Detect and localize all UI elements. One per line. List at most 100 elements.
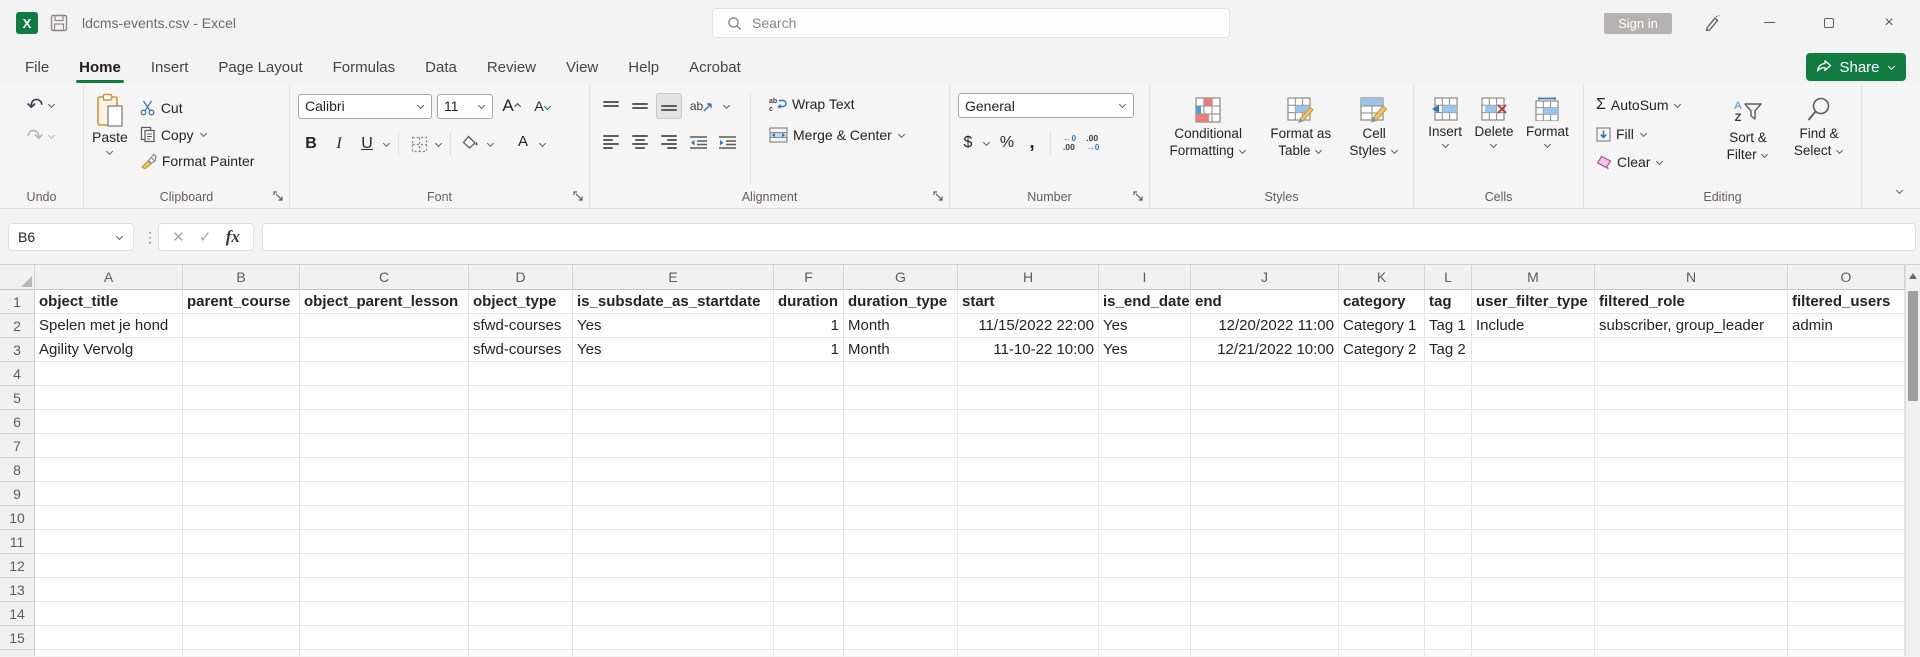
row-header-8[interactable]: 8 bbox=[0, 458, 35, 482]
col-header-J[interactable]: J bbox=[1191, 265, 1339, 290]
cell-A10[interactable] bbox=[35, 506, 183, 530]
cell-E4[interactable] bbox=[573, 362, 774, 386]
tab-insert[interactable]: Insert bbox=[136, 51, 204, 85]
cell-F12[interactable] bbox=[774, 554, 844, 578]
cell-M15[interactable] bbox=[1472, 626, 1595, 650]
cell-I16[interactable] bbox=[1099, 650, 1191, 656]
pen-button[interactable] bbox=[1698, 11, 1726, 35]
cell-K11[interactable] bbox=[1339, 530, 1425, 554]
tab-acrobat[interactable]: Acrobat bbox=[674, 51, 756, 85]
restore-button[interactable] bbox=[1806, 0, 1852, 45]
cell-D6[interactable] bbox=[469, 410, 573, 434]
cell-G15[interactable] bbox=[844, 626, 958, 650]
cell-H3[interactable]: 11-10-22 10:00 bbox=[958, 338, 1099, 362]
cell-E12[interactable] bbox=[573, 554, 774, 578]
name-box[interactable]: B6 bbox=[8, 223, 134, 251]
col-header-M[interactable]: M bbox=[1472, 265, 1595, 290]
cell-F5[interactable] bbox=[774, 386, 844, 410]
cell-H10[interactable] bbox=[958, 506, 1099, 530]
cell-M5[interactable] bbox=[1472, 386, 1595, 410]
cell-K4[interactable] bbox=[1339, 362, 1425, 386]
borders-button[interactable] bbox=[406, 131, 432, 157]
wrap-text-button[interactable]: ab c Wrap Text bbox=[765, 93, 941, 115]
cut-button[interactable]: Cut bbox=[136, 97, 259, 119]
alignment-dialog-launcher[interactable] bbox=[933, 191, 944, 202]
col-header-F[interactable]: F bbox=[774, 265, 844, 290]
insert-function-button[interactable]: fx bbox=[226, 227, 240, 247]
cell-J3[interactable]: 12/21/2022 10:00 bbox=[1191, 338, 1339, 362]
row-header-1[interactable]: 1 bbox=[0, 290, 35, 314]
row-header-3[interactable]: 3 bbox=[0, 338, 35, 362]
cell-O10[interactable] bbox=[1788, 506, 1905, 530]
cell-L14[interactable] bbox=[1425, 602, 1472, 626]
cell-J2[interactable]: 12/20/2022 11:00 bbox=[1191, 314, 1339, 338]
tab-file[interactable]: File bbox=[10, 51, 64, 85]
cell-N9[interactable] bbox=[1595, 482, 1788, 506]
italic-button[interactable]: I bbox=[326, 131, 352, 157]
cell-A2[interactable]: Spelen met je hond bbox=[35, 314, 183, 338]
tab-home[interactable]: Home bbox=[64, 51, 136, 85]
cell-H8[interactable] bbox=[958, 458, 1099, 482]
cell-L12[interactable] bbox=[1425, 554, 1472, 578]
cell-C7[interactable] bbox=[300, 434, 469, 458]
cell-I12[interactable] bbox=[1099, 554, 1191, 578]
cell-D1[interactable]: object_type bbox=[469, 290, 573, 314]
cell-M1[interactable]: user_filter_type bbox=[1472, 290, 1595, 314]
scroll-up-icon[interactable] bbox=[1909, 273, 1917, 279]
cell-B3[interactable] bbox=[183, 338, 300, 362]
cell-E9[interactable] bbox=[573, 482, 774, 506]
sort-filter-button[interactable]: A Z Sort & Filter bbox=[1716, 93, 1780, 184]
cell-F16[interactable] bbox=[774, 650, 844, 656]
cell-A6[interactable] bbox=[35, 410, 183, 434]
cell-K16[interactable] bbox=[1339, 650, 1425, 656]
cell-A15[interactable] bbox=[35, 626, 183, 650]
bottom-align-button[interactable] bbox=[656, 93, 682, 119]
cell-H1[interactable]: start bbox=[958, 290, 1099, 314]
cell-L15[interactable] bbox=[1425, 626, 1472, 650]
cell-M11[interactable] bbox=[1472, 530, 1595, 554]
col-header-G[interactable]: G bbox=[844, 265, 958, 290]
cell-J4[interactable] bbox=[1191, 362, 1339, 386]
cell-D2[interactable]: sfwd-courses bbox=[469, 314, 573, 338]
cell-F7[interactable] bbox=[774, 434, 844, 458]
search-input[interactable]: Search bbox=[712, 8, 1230, 38]
cell-N16[interactable] bbox=[1595, 650, 1788, 656]
cell-G8[interactable] bbox=[844, 458, 958, 482]
cell-D12[interactable] bbox=[469, 554, 573, 578]
row-header-5[interactable]: 5 bbox=[0, 386, 35, 410]
cell-L6[interactable] bbox=[1425, 410, 1472, 434]
cell-B2[interactable] bbox=[183, 314, 300, 338]
cancel-button[interactable]: ✕ bbox=[172, 228, 185, 246]
row-header-6[interactable]: 6 bbox=[0, 410, 35, 434]
cell-O5[interactable] bbox=[1788, 386, 1905, 410]
middle-align-button[interactable] bbox=[627, 93, 653, 119]
cell-I5[interactable] bbox=[1099, 386, 1191, 410]
tab-data[interactable]: Data bbox=[410, 51, 472, 85]
scrollbar-thumb[interactable] bbox=[1908, 291, 1918, 401]
decrease-indent-button[interactable] bbox=[685, 129, 711, 155]
cell-C5[interactable] bbox=[300, 386, 469, 410]
cell-B9[interactable] bbox=[183, 482, 300, 506]
cell-G13[interactable] bbox=[844, 578, 958, 602]
cell-I13[interactable] bbox=[1099, 578, 1191, 602]
tab-page-layout[interactable]: Page Layout bbox=[203, 51, 317, 85]
cell-L2[interactable]: Tag 1 bbox=[1425, 314, 1472, 338]
cell-J15[interactable] bbox=[1191, 626, 1339, 650]
cell-L10[interactable] bbox=[1425, 506, 1472, 530]
cell-B14[interactable] bbox=[183, 602, 300, 626]
cell-C14[interactable] bbox=[300, 602, 469, 626]
cell-H12[interactable] bbox=[958, 554, 1099, 578]
cell-A9[interactable] bbox=[35, 482, 183, 506]
cell-H4[interactable] bbox=[958, 362, 1099, 386]
col-header-K[interactable]: K bbox=[1339, 265, 1425, 290]
delete-cells-button[interactable]: Delete bbox=[1474, 93, 1514, 184]
cell-B7[interactable] bbox=[183, 434, 300, 458]
redo-button[interactable]: ↷ bbox=[27, 124, 57, 149]
cell-C10[interactable] bbox=[300, 506, 469, 530]
tab-review[interactable]: Review bbox=[472, 51, 551, 85]
cell-N1[interactable]: filtered_role bbox=[1595, 290, 1788, 314]
row-header-4[interactable]: 4 bbox=[0, 362, 35, 386]
increase-decimal-button[interactable]: ←0 .00 bbox=[1060, 134, 1079, 152]
cell-D8[interactable] bbox=[469, 458, 573, 482]
cell-J8[interactable] bbox=[1191, 458, 1339, 482]
